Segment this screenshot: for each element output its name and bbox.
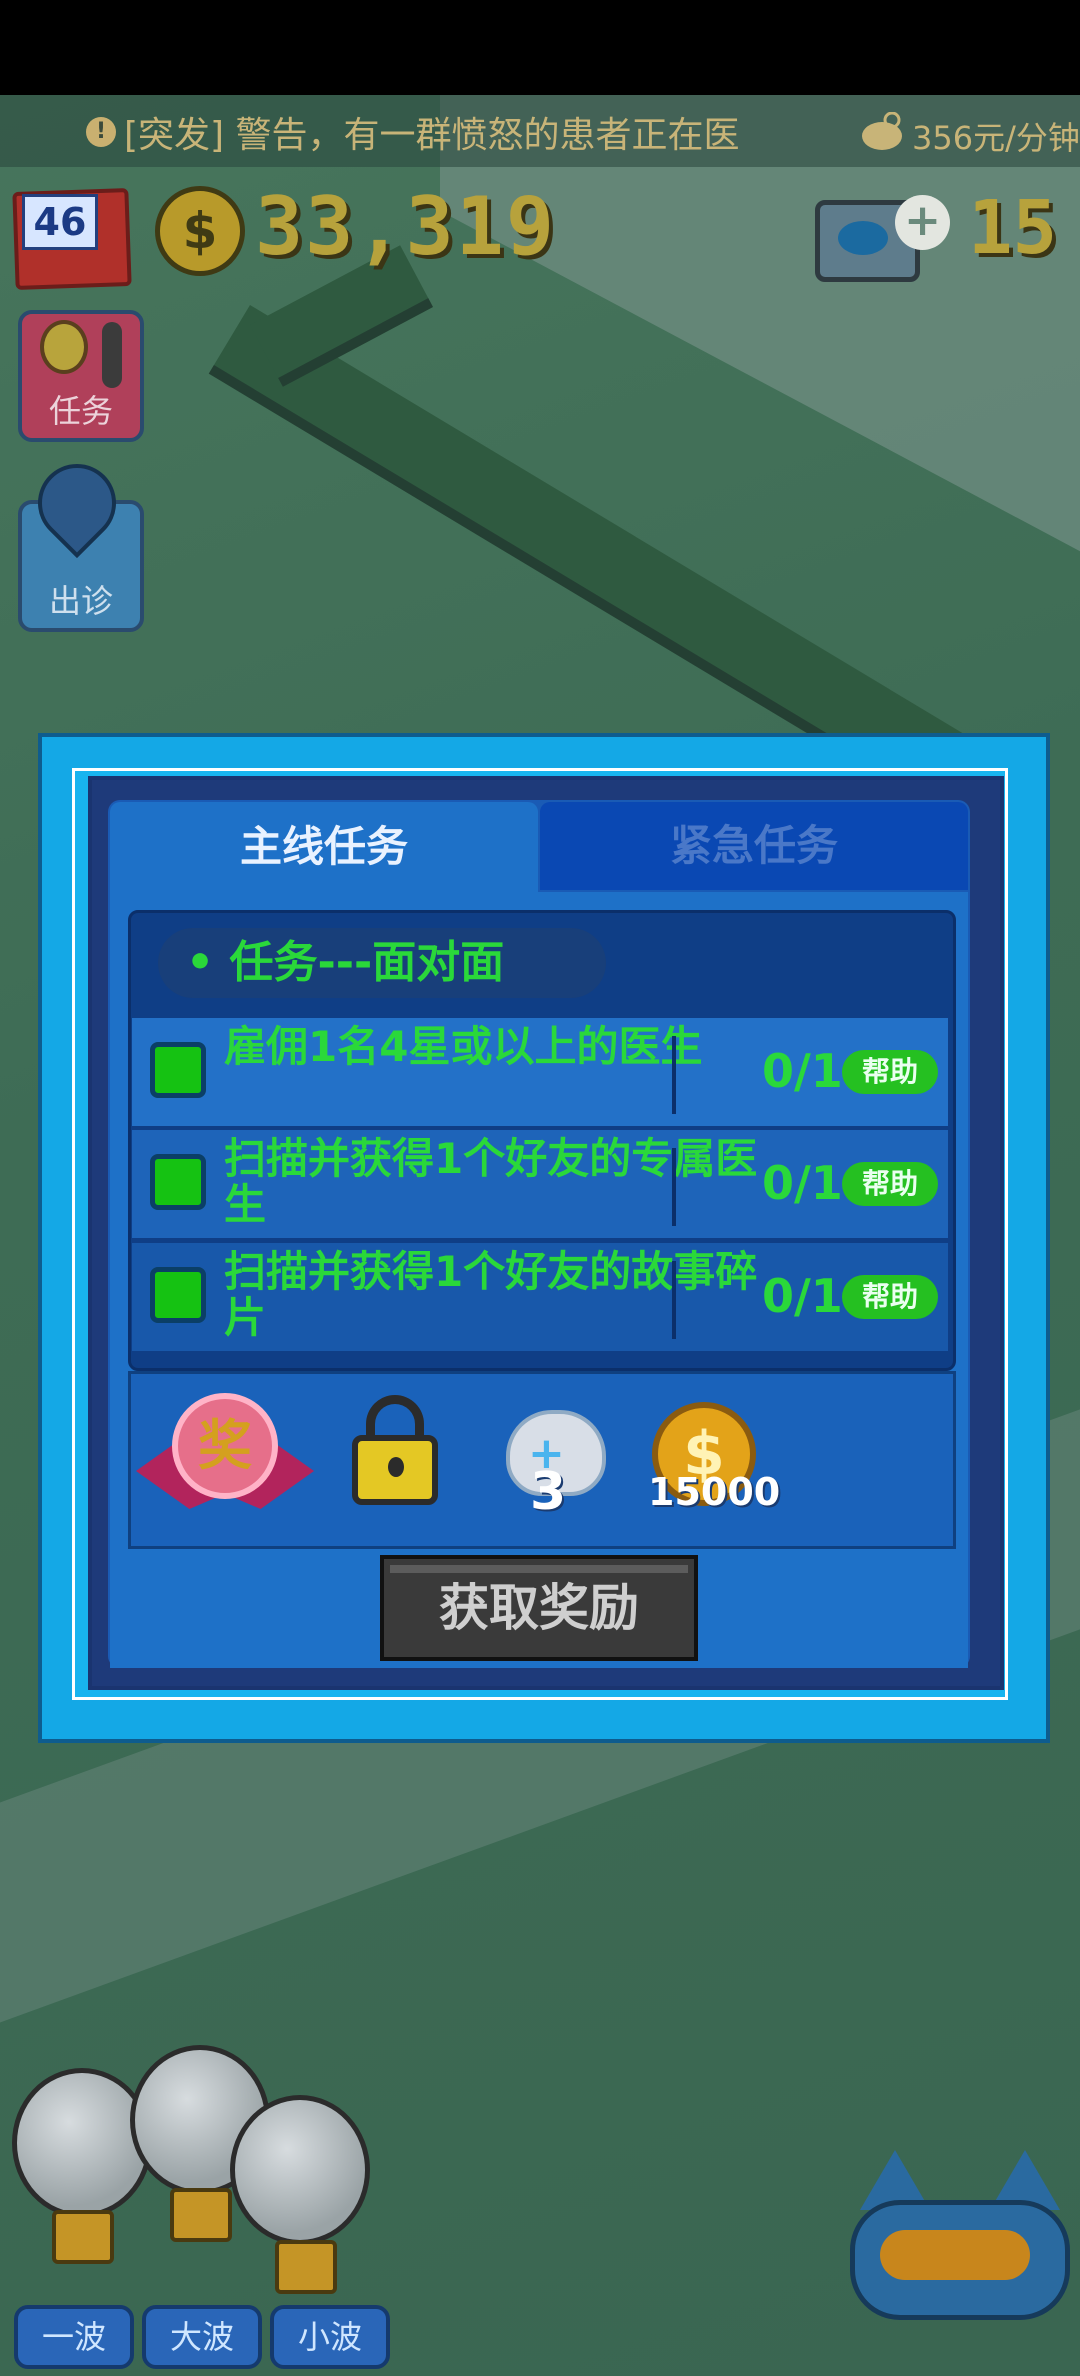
task-description: 扫描并获得1个好友的专属医生 (224, 1134, 758, 1229)
claim-reward-button[interactable]: 获取奖励 (380, 1555, 698, 1661)
gold-reward-amount: 15000 (648, 1470, 781, 1514)
cat-reward-count: 3 (530, 1462, 567, 1522)
medal-char: 奖 (172, 1393, 278, 1499)
wave-button-big[interactable]: 大波 (142, 2305, 262, 2369)
traffic-light-icon (102, 322, 122, 388)
bulb-character (230, 2095, 370, 2245)
notification-prefix: [突发] (124, 115, 225, 156)
task-progress: 0/1 (762, 1156, 843, 1210)
alert-icon: ! (86, 117, 116, 147)
task-row: 扫描并获得1个好友的故事碎片 0/1 帮助 (132, 1243, 948, 1351)
bulb-character (12, 2068, 152, 2218)
help-button[interactable]: 帮助 (842, 1162, 938, 1206)
task-description: 雇佣1名4星或以上的医生 (224, 1022, 703, 1071)
task-checkbox (150, 1154, 206, 1210)
task-description: 扫描并获得1个好友的故事碎片 (224, 1247, 758, 1342)
tasks-label: 任务 (48, 392, 113, 430)
tasks-button[interactable]: 任务 (18, 310, 144, 442)
task-title: • 任务---面对面 (186, 937, 505, 988)
task-checkbox (150, 1042, 206, 1098)
gem-balance: 15 (968, 185, 1058, 271)
medal-reward-icon: 奖 (136, 1393, 314, 1523)
level-number: 46 (22, 194, 98, 250)
wave-button-one[interactable]: 一波 (14, 2305, 134, 2369)
notification-message: 警告，有一群愤怒的患者正在医 (235, 115, 740, 156)
coin-balance: 33,319 (255, 180, 556, 273)
bulb-base (170, 2188, 232, 2242)
add-gems-icon[interactable]: + (895, 195, 950, 250)
task-progress: 0/1 (762, 1044, 843, 1098)
clinic-visit-button[interactable]: 出诊 (18, 447, 144, 632)
lock-icon (352, 1395, 438, 1507)
tab-main-tasks[interactable]: 主线任务 (110, 802, 538, 892)
divider (672, 1261, 676, 1339)
tab-urgent-tasks[interactable]: 紧急任务 (540, 802, 968, 890)
cat-menu-button[interactable] (850, 2150, 1070, 2320)
bulb-base (52, 2210, 114, 2264)
task-checkbox (150, 1267, 206, 1323)
divider (672, 1036, 676, 1114)
income-rate: 356元/分钟 (912, 119, 1080, 157)
divider (672, 1148, 676, 1226)
notification-text: [突发] 警告，有一群愤怒的患者正在医 (124, 106, 740, 158)
task-row: 扫描并获得1个好友的专属医生 0/1 帮助 (132, 1130, 948, 1238)
coin-icon: $ (155, 186, 245, 276)
lightbulb-icon (40, 320, 88, 374)
clinic-visit-label: 出诊 (48, 582, 113, 620)
help-button[interactable]: 帮助 (842, 1050, 938, 1094)
bulb-base (275, 2240, 337, 2294)
help-button[interactable]: 帮助 (842, 1275, 938, 1319)
piggy-bank-icon (862, 112, 902, 150)
wave-button-small[interactable]: 小波 (270, 2305, 390, 2369)
task-row: 雇佣1名4星或以上的医生 0/1 帮助 (132, 1018, 948, 1126)
task-progress: 0/1 (762, 1269, 843, 1323)
